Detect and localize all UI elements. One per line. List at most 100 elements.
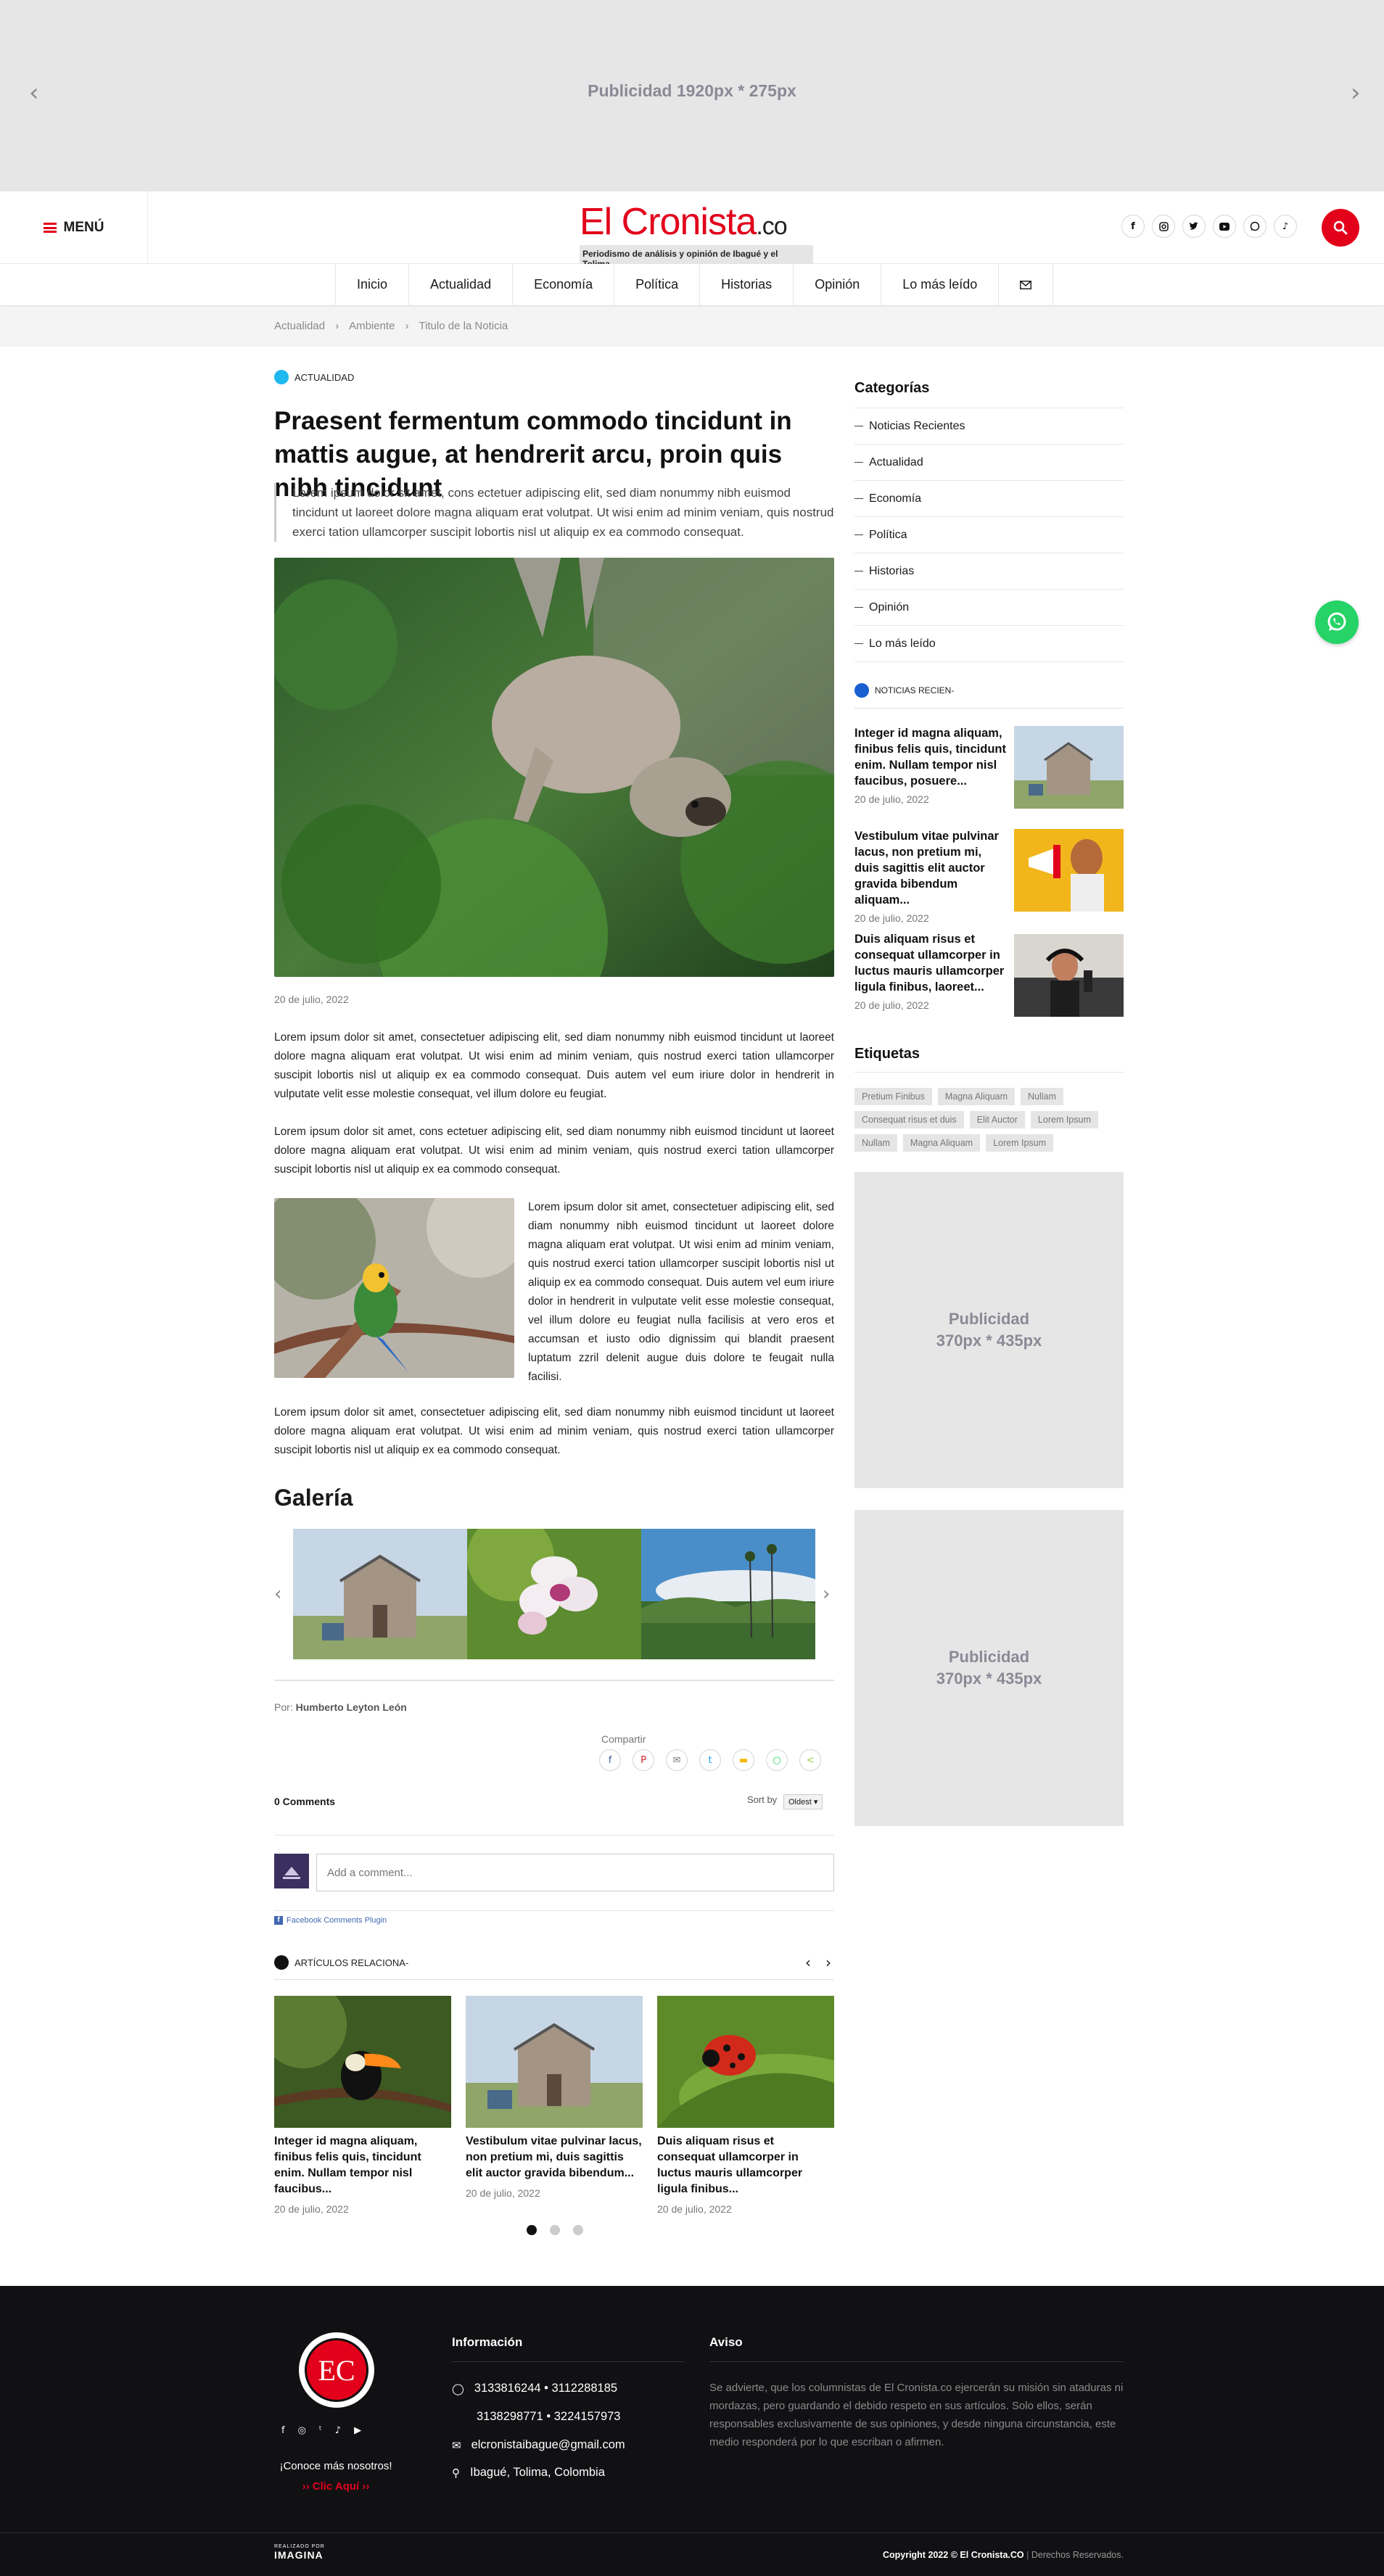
recent-news-thumbnail[interactable] (1014, 726, 1124, 809)
breadcrumb-item[interactable]: Ambiente (349, 320, 395, 332)
pagination-dot-active[interactable] (527, 2225, 537, 2235)
tag-pill[interactable]: Lorem Ipsum (1030, 1111, 1098, 1128)
related-next-icon[interactable]: › (825, 1954, 831, 1971)
recent-news-item[interactable]: Duis aliquam risus et consequat ullamcor… (854, 931, 1007, 1011)
ad-next-arrow-icon[interactable]: › (1351, 78, 1361, 107)
related-item[interactable]: Duis aliquam risus et consequat ullamcor… (657, 2134, 834, 2215)
category-link[interactable]: Política (854, 517, 1124, 553)
related-date: 20 de julio, 2022 (657, 2203, 732, 2215)
related-title[interactable]: Vestibulum vitae pulvinar lacus, non pre… (466, 2134, 643, 2181)
top-ad-banner[interactable]: ‹ Publicidad 1920px * 275px › (0, 0, 1384, 191)
author-name[interactable]: Humberto Leyton León (296, 1701, 407, 1713)
pinterest-share-icon[interactable]: P (633, 1749, 654, 1771)
menu-button[interactable]: MENÚ (0, 191, 148, 264)
author-prefix: Por: (274, 1701, 293, 1713)
section-dot-icon (854, 683, 869, 698)
sort-select[interactable]: Oldest ▾ (783, 1794, 823, 1809)
twitter-share-icon[interactable]: t (699, 1749, 721, 1771)
category-link[interactable]: Opinión (854, 590, 1124, 626)
category-link[interactable]: Noticias Recientes (854, 408, 1124, 445)
footer-about-link[interactable]: ›› Clic Aquí ›› (247, 2480, 425, 2493)
whatsapp-float-button[interactable] (1315, 600, 1359, 644)
instagram-icon[interactable] (1152, 215, 1175, 238)
whatsapp-share-icon[interactable]: ○ (766, 1749, 788, 1771)
nav-item-contact[interactable] (999, 264, 1054, 305)
share-icon[interactable]: < (799, 1749, 821, 1771)
nav-item-politica[interactable]: Política (614, 264, 701, 305)
tag-pill[interactable]: Elit Auctor (969, 1111, 1025, 1128)
ad-label: Publicidad (948, 1310, 1030, 1328)
recent-news-title[interactable]: Vestibulum vitae pulvinar lacus, non pre… (854, 828, 1007, 908)
youtube-icon[interactable]: ▶ (354, 2425, 361, 2436)
comment-input[interactable] (316, 1854, 834, 1891)
twitter-icon[interactable]: ᵗ (319, 2425, 322, 2436)
facebook-share-icon[interactable]: f (599, 1749, 621, 1771)
nav-item-inicio[interactable]: Inicio (336, 264, 410, 305)
related-prev-icon[interactable]: ‹ (805, 1954, 811, 1971)
tiktok-icon[interactable]: ♪ (1274, 215, 1297, 238)
whatsapp-icon[interactable] (1243, 215, 1266, 238)
pagination-dot[interactable] (573, 2225, 583, 2235)
recent-news-item[interactable]: Integer id magna aliquam, finibus felis … (854, 725, 1007, 805)
footer-email[interactable]: elcronistaibague@gmail.com (471, 2438, 625, 2452)
gallery-image[interactable] (641, 1529, 830, 1659)
gallery-image[interactable] (293, 1529, 467, 1659)
tag-pill[interactable]: Pretium Finibus (854, 1088, 932, 1105)
related-item[interactable]: Vestibulum vitae pulvinar lacus, non pre… (466, 2134, 643, 2199)
tag-pill[interactable]: Lorem Ipsum (986, 1134, 1054, 1152)
recent-news-item[interactable]: Vestibulum vitae pulvinar lacus, non pre… (854, 828, 1007, 924)
tag-pill[interactable]: Magna Aliquam (937, 1088, 1016, 1105)
related-date: 20 de julio, 2022 (274, 2203, 349, 2215)
sidebar-ad[interactable]: Publicidad 370px * 435px (854, 1172, 1124, 1488)
youtube-icon[interactable] (1213, 215, 1236, 238)
made-by-brand: IMAGINA (274, 2549, 324, 2561)
facebook-icon[interactable]: f (281, 2425, 285, 2436)
facebook-comments-plugin-link[interactable]: f Facebook Comments Plugin (274, 1916, 387, 1925)
recent-news-thumbnail[interactable] (1014, 829, 1124, 912)
recent-news-title[interactable]: Duis aliquam risus et consequat ullamcor… (854, 931, 1007, 995)
categories-title: Categorías (854, 380, 930, 396)
search-button[interactable] (1322, 209, 1359, 247)
divider (274, 1910, 834, 1911)
section-dot-icon (274, 1955, 289, 1970)
category-link[interactable]: Lo más leído (854, 626, 1124, 662)
related-title[interactable]: Integer id magna aliquam, finibus felis … (274, 2134, 451, 2197)
gallery-prev-arrow-icon[interactable]: ‹ (274, 1583, 281, 1605)
tag-pill[interactable]: Nullam (1021, 1088, 1063, 1105)
related-title[interactable]: Duis aliquam risus et consequat ullamcor… (657, 2134, 834, 2197)
nav-item-actualidad[interactable]: Actualidad (409, 264, 514, 305)
nav-item-historias[interactable]: Historias (700, 264, 794, 305)
recent-news-thumbnail[interactable] (1014, 934, 1124, 1017)
article-category[interactable]: ACTUALIDAD (274, 370, 354, 384)
tiktok-icon[interactable]: ♪ (335, 2425, 341, 2436)
nav-item-opinion[interactable]: Opinión (794, 264, 882, 305)
sms-share-icon[interactable]: ▬ (733, 1749, 754, 1771)
tag-pill[interactable]: Consequat risus et duis (854, 1111, 964, 1128)
related-item[interactable]: Integer id magna aliquam, finibus felis … (274, 2134, 451, 2215)
gallery-next-arrow-icon[interactable]: › (823, 1583, 830, 1605)
gallery-image[interactable] (467, 1514, 641, 1659)
category-link[interactable]: Historias (854, 553, 1124, 590)
category-link[interactable]: Economía (854, 481, 1124, 517)
nav-item-lo-mas-leido[interactable]: Lo más leído (881, 264, 1000, 305)
tag-pill[interactable]: Nullam (854, 1134, 897, 1152)
email-share-icon[interactable]: ✉ (666, 1749, 688, 1771)
related-image[interactable] (466, 1996, 643, 2128)
related-image[interactable] (260, 1981, 451, 2128)
tag-pill[interactable]: Magna Aliquam (902, 1134, 981, 1152)
facebook-icon[interactable]: f (1121, 215, 1145, 238)
search-icon (1333, 220, 1348, 235)
sidebar-ad[interactable]: Publicidad 370px * 435px (854, 1510, 1124, 1826)
category-link[interactable]: Actualidad (854, 445, 1124, 481)
related-image[interactable] (657, 1996, 882, 2141)
instagram-icon[interactable]: ◎ (298, 2425, 306, 2436)
footer-logo[interactable]: EC (299, 2332, 374, 2408)
made-by-logo[interactable]: REALIZADO POR IMAGINA (274, 2544, 325, 2561)
pagination-dot[interactable] (550, 2225, 560, 2235)
breadcrumb-item[interactable]: Actualidad (274, 320, 325, 332)
twitter-icon[interactable] (1182, 215, 1206, 238)
footer-phones[interactable]: 3138298771 • 3224157973 (477, 2410, 620, 2424)
nav-item-economia[interactable]: Economía (513, 264, 615, 305)
recent-news-title[interactable]: Integer id magna aliquam, finibus felis … (854, 725, 1007, 789)
footer-phones[interactable]: 3133816244 • 3112288185 (474, 2382, 617, 2395)
